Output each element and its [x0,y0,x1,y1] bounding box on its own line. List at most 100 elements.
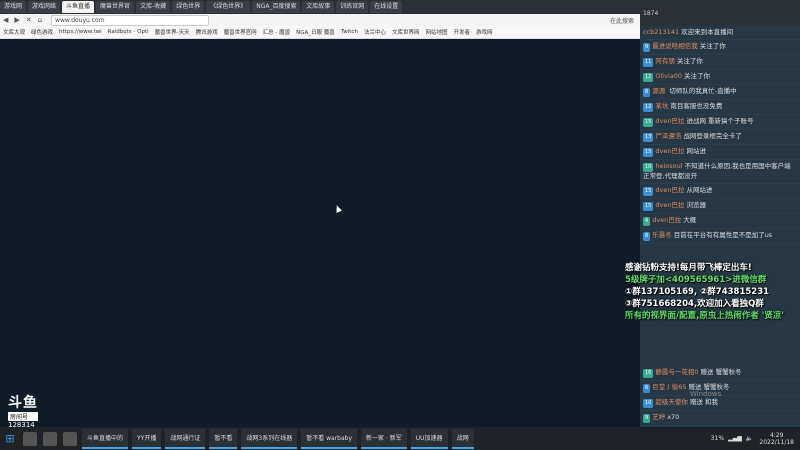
video-player[interactable] [0,39,640,427]
volume-icon[interactable]: 🔈 [746,435,753,442]
clock-date: 2022/11/18 [759,438,794,446]
chat-username[interactable]: ccb213141 [643,28,679,36]
bookmark-item[interactable]: 魔兽世界官网 [224,28,257,36]
chat-username[interactable]: 艺婷 [652,413,665,421]
chat-username[interactable]: 某坑 [655,102,668,110]
battery-text: 31% [710,435,725,442]
home-icon[interactable]: ⌂ [38,16,42,24]
browser-tab[interactable]: 魔兽世界官 [96,1,135,13]
chat-text: 关注了你 [684,72,711,80]
bookmark-item[interactable]: 法兰中心 [364,28,386,36]
chat-message: 9 艺婷 x70 [640,411,800,426]
browser-tab[interactable]: 游戏网 [0,1,27,13]
chat-text: 浏览器 [686,201,706,209]
bookmark-item[interactable]: Twitch [341,29,358,35]
browser-tab[interactable]: 文库故事 [302,1,335,13]
overlay-line-1: 感谢钻粉支持!每月带飞棒定出车! [625,263,752,273]
url-input[interactable]: www.douyu.com [51,14,210,26]
level-badge: 16 [643,369,654,378]
overlay-line-4: ③群751668204,欢迎加入看独Q群 [625,299,764,309]
chat-text: 关注了你 [676,57,703,65]
taskbar-app[interactable]: 暂不看 warbaby [301,428,358,449]
level-badge: 10 [643,163,654,172]
chat-username[interactable]: dven巴拉 [652,216,681,224]
browser-tab-bar: 游戏网 游戏网络 斗鱼直播 魔兽世界官 文库-收藏 绿色世界 《绿色世界》 NGA_百度搜索文… [0,0,640,14]
douyu-logo: 斗鱼 房间号 128314 [8,392,38,429]
browser-tab[interactable]: NGA_百度搜索 [252,1,301,13]
chat-message: 4 dven巴拉 大概 [640,214,800,229]
taskbar-app[interactable]: 战网通行证 [165,428,206,449]
chat-message: 12 Olivia00 关注了你 [640,70,800,85]
back-icon[interactable]: ◀ [3,16,8,24]
chat-username[interactable]: dven巴拉 [655,147,684,155]
windows-watermark: Windows [690,390,722,398]
chat-username[interactable]: 静霞与一花相0 [655,368,698,376]
browser-tab[interactable]: 训练官网 [336,1,369,13]
chat-message: 15 dven巴拉 进战网 重新搞个子账号 [640,115,800,130]
bookmark-item[interactable]: 开发者 [454,28,471,36]
bookmark-item[interactable]: 文库世界网 [392,28,420,36]
bookmark-item[interactable]: 网站地图 [425,28,447,36]
level-badge: 15 [643,148,654,157]
search-icon[interactable] [23,431,37,446]
start-icon[interactable]: ⊞ [0,427,20,450]
bookmark-item[interactable]: https://www.twi [59,29,102,35]
bookmark-item[interactable]: 绿色游戏 [31,28,53,36]
taskbar-app[interactable]: 斗鱼直播中的 [82,428,129,449]
chat-username[interactable]: 巨堂丿偷65 [652,383,686,391]
chat-text: 进战网 重新搞个子账号 [686,117,754,125]
chat-message: 11 阿有朋 关注了你 [640,55,800,70]
bookmark-item[interactable]: 魔兽世界-天天 [155,28,190,36]
browser-tab[interactable]: 斗鱼直播 [62,1,95,13]
clock[interactable]: 4:29 2022/11/18 [759,432,794,446]
chat-message: 13 尸泽遵浩 战网登录框完全卡了 [640,130,800,145]
bookmark-item[interactable]: NGA_日服 魔兽 [296,28,335,36]
chat-username[interactable]: 尸泽遵浩 [655,132,681,140]
logo-mark: 斗鱼 [8,395,38,411]
level-badge: 6 [643,384,651,393]
chat-username[interactable]: 乐暴冬 [652,231,672,239]
chat-username[interactable]: 阿有朋 [655,57,675,65]
browser-icon[interactable] [63,431,77,446]
chat-username[interactable]: 最进说哈相信我 [652,42,698,50]
bookmark-item[interactable]: 游戏网 [476,28,493,36]
bookmark-item[interactable]: Raidbots - Opti [108,29,149,35]
taskbar-app[interactable]: 战网 [451,428,474,449]
close-icon[interactable]: ✕ [26,16,32,24]
browser-tab[interactable]: 绿色世界 [172,1,205,13]
chat-username[interactable]: dven巴拉 [655,186,684,194]
chat-text: x70 [667,413,680,421]
bookmark-item[interactable]: 腾讯游戏 [196,28,218,36]
chat-text: 网站进 [686,147,706,155]
chat-text: 关注了你 [699,42,726,50]
browser-tab[interactable]: 在线设置 [370,1,403,13]
mouse-cursor-icon [333,204,343,213]
chat-username[interactable]: dven巴拉 [655,201,684,209]
level-badge: 8 [643,232,651,241]
level-badge: 15 [643,202,654,211]
taskbar: ⊞ 斗鱼直播中的 YY开播 战网通行证 暂不看 战网3系列在线器 暂不看 warbaby 新… [0,427,800,450]
overlay-line-5: 所有的视界面/配置,原虫上热闹作者 '贤凉' [625,311,784,321]
chat-message: ccb213141 欢迎来到本直播间 [640,26,800,40]
chat-text: 战网登录框完全卡了 [683,132,742,140]
chat-username[interactable]: 源源 [652,87,667,95]
taskbar-app[interactable]: 暂不看 [209,428,238,449]
browser-tab[interactable]: 《绿色世界》 [206,1,251,13]
forward-icon[interactable]: ▶ [14,16,19,24]
chat-list: ccb213141 欢迎来到本直播间 9 最进说哈相信我 关注了你 11 阿有朋 关注了你 12… [640,26,800,244]
browser-tab[interactable]: 游戏网络 [28,1,61,13]
chat-username[interactable]: heiosoul [655,162,682,170]
taskbar-app[interactable]: 战网3系列在线器 [241,428,298,449]
search-box[interactable]: 在此搜索 [610,16,640,25]
browser-tab[interactable]: 文库-收藏 [136,1,171,13]
bookmark-item[interactable]: 文库大观 [3,28,25,36]
taskbar-app[interactable]: UU加速器 [410,428,448,449]
taskbar-app[interactable]: 新一家 · 新军 [361,428,407,449]
chat-username[interactable]: 超级天使你 [655,398,688,406]
chat-username[interactable]: dven巴拉 [655,117,684,125]
taskbar-app[interactable]: YY开播 [132,428,162,449]
network-icon[interactable]: ▂▄▆ [728,435,742,442]
bookmark-item[interactable]: 汇总 - 魔兽 [263,28,290,36]
task-view-icon[interactable] [43,431,57,446]
chat-username[interactable]: Olivia00 [655,72,682,80]
